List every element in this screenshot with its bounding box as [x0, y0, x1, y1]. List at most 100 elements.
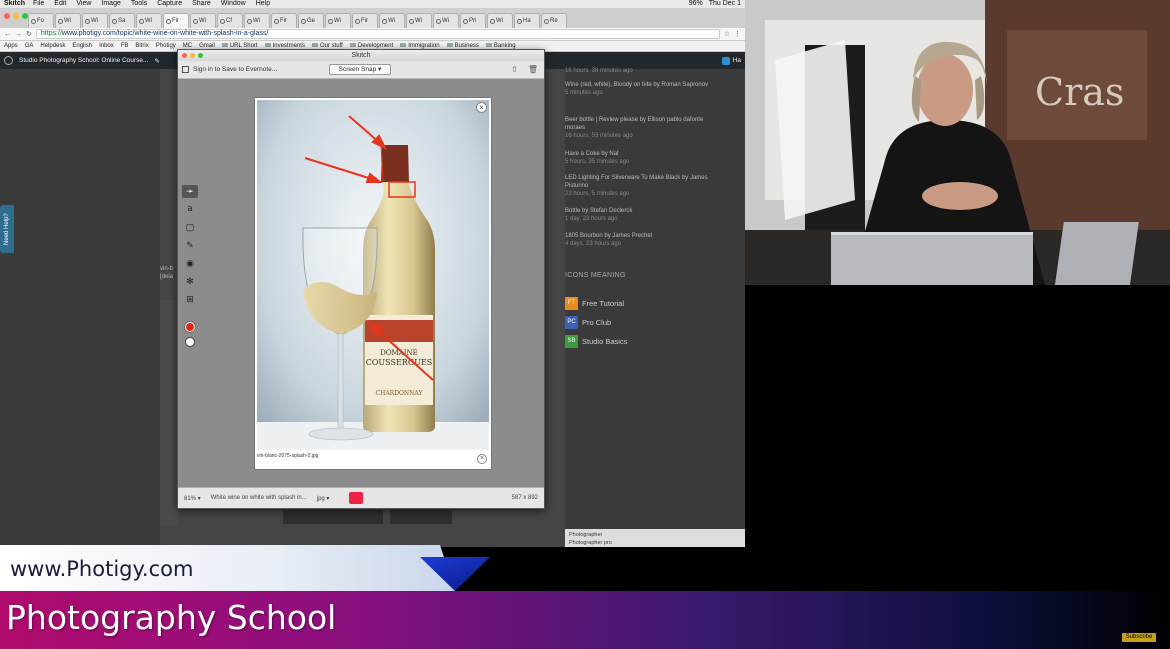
feed-item[interactable]: Bottle by Stefan Declerck 1 day, 23 hours… — [565, 207, 715, 223]
close-caption-icon[interactable]: × — [477, 454, 487, 464]
bookmark-item[interactable]: GA — [25, 43, 34, 49]
menu-capture[interactable]: Capture — [157, 0, 182, 8]
menu-help[interactable]: Help — [256, 0, 270, 8]
browser-tab[interactable]: Wi — [136, 13, 162, 28]
bookmark-item[interactable]: Inbox — [99, 43, 114, 49]
browser-tab[interactable]: Wi — [406, 13, 432, 28]
browser-tab[interactable]: Fir — [352, 13, 378, 28]
screen-snap-label: Screen Snap — [338, 66, 377, 73]
menu-view[interactable]: View — [76, 0, 91, 8]
pen-tool-icon[interactable]: ✎ — [182, 239, 198, 252]
feed-item[interactable]: 16 hours, 38 minutes ago — [565, 67, 715, 75]
menu-edit[interactable]: Edit — [54, 0, 66, 8]
bookmark-item[interactable]: Helpdesk — [40, 43, 65, 49]
text-tool-icon[interactable]: a — [182, 203, 198, 216]
crop-tool-icon[interactable]: ⊞ — [182, 293, 198, 306]
feed-item[interactable]: 1805 Bourbon by James Prechel 4 days, 23 … — [565, 232, 715, 248]
bookmark-item[interactable]: FB — [121, 43, 129, 49]
line-width-icon[interactable] — [185, 337, 195, 347]
browser-tab[interactable]: Sa — [109, 13, 135, 28]
bookmark-item[interactable]: Photigy — [156, 43, 176, 49]
feed-item[interactable]: LED Lighting For Silverware To Make Blac… — [565, 174, 715, 198]
menu-tools[interactable]: Tools — [131, 0, 147, 8]
menu-dots-icon[interactable]: ⋮ — [734, 30, 745, 38]
minimize-window-icon[interactable] — [13, 13, 19, 19]
tab-favicon-icon — [247, 18, 252, 24]
behind-snippet: vin-b [dela — [160, 265, 173, 281]
browser-tab[interactable]: Wi — [325, 13, 351, 28]
evernote-signin-link[interactable]: Sign in to Save to Evernote... — [193, 66, 277, 73]
browser-tab[interactable]: Fir — [271, 13, 297, 28]
screen-snap-button[interactable]: Screen Snap ▾ — [329, 64, 391, 75]
subscribe-button[interactable]: Subscribe — [1122, 633, 1156, 642]
bookmark-item[interactable]: Bitrix — [135, 43, 148, 49]
skitch-close-icon[interactable] — [182, 53, 187, 58]
tab-label: Sa — [118, 18, 126, 24]
howdy-label: Ha — [732, 57, 741, 64]
menu-image[interactable]: Image — [101, 0, 120, 8]
color-picker-icon[interactable] — [185, 322, 195, 332]
feed-item[interactable]: Wine (red, white), Bloody on bite by Rom… — [565, 81, 715, 97]
zoom-window-icon[interactable] — [22, 13, 28, 19]
browser-tab[interactable]: Pri — [460, 13, 486, 28]
close-window-icon[interactable] — [4, 13, 10, 19]
wordpress-logo-icon[interactable] — [4, 56, 13, 65]
forward-icon[interactable]: → — [15, 31, 22, 38]
format-select[interactable]: jpg ▾ — [317, 495, 330, 502]
need-help-tab[interactable]: Need Help? — [0, 205, 14, 253]
menu-file[interactable]: File — [33, 0, 44, 8]
filename-field[interactable]: White wine on white with splash in... — [211, 495, 307, 501]
menu-share[interactable]: Share — [192, 0, 211, 8]
browser-tab[interactable]: Fo — [28, 13, 54, 28]
skitch-zoom-icon[interactable] — [198, 53, 203, 58]
strip-row[interactable]: Photographer — [569, 532, 602, 538]
browser-tab[interactable]: Wi — [379, 13, 405, 28]
bookmark-star-icon[interactable]: ☆ — [724, 30, 730, 38]
browser-tab[interactable]: Re — [541, 13, 567, 28]
close-preview-icon[interactable]: × — [476, 102, 487, 113]
skitch-minimize-icon[interactable] — [190, 53, 195, 58]
zoom-level[interactable]: 81% ▾ — [184, 495, 201, 502]
site-name-link[interactable]: Studio Photography School: Online Course… — [19, 57, 148, 64]
rectangle-tool-icon[interactable]: ▢ — [182, 221, 198, 234]
app-menu[interactable]: Skitch — [4, 0, 25, 8]
menu-window[interactable]: Window — [221, 0, 246, 8]
clock[interactable]: Thu Dec 1 — [709, 0, 741, 8]
tab-favicon-icon — [139, 18, 144, 24]
grid-icon[interactable] — [182, 66, 189, 73]
reload-icon[interactable]: ↻ — [26, 30, 32, 38]
arrow-tool-icon[interactable]: ➛ — [182, 185, 198, 198]
svg-text:COUSSERGUES: COUSSERGUES — [366, 358, 433, 367]
highlighter-tool-icon[interactable]: ◉ — [182, 257, 198, 270]
share-icon[interactable]: ⇧ — [511, 65, 518, 74]
browser-tab[interactable]: Wi — [55, 13, 81, 28]
browser-tab[interactable]: Ha — [514, 13, 540, 28]
browser-tab[interactable]: Wi — [190, 13, 216, 28]
browser-tab-strip: Fo Wi Wi Sa Wi Fir Wi Cf Wi Fir Ge Wi Fir Wi Wi Wi Pri Wi… — [0, 8, 745, 28]
bookmark-item[interactable]: English — [72, 43, 92, 49]
evernote-drag-icon[interactable] — [349, 492, 363, 504]
tab-label: Wi — [442, 18, 449, 24]
browser-tab[interactable]: Wi — [433, 13, 459, 28]
browser-tab[interactable]: Ge — [298, 13, 324, 28]
trash-icon[interactable]: 🗑 — [528, 65, 538, 74]
skitch-tool-palette: ➛ a ▢ ✎ ◉ ✻ ⊞ — [180, 185, 200, 365]
browser-tab[interactable]: Fir — [163, 13, 189, 28]
feed-item[interactable]: Have a Coke by Nat 5 hours, 35 minutes ag… — [565, 150, 715, 166]
feed-item[interactable]: Beer bottle | Review please by Ellison p… — [565, 116, 715, 140]
bookmark-item[interactable]: Apps — [4, 43, 18, 49]
wine-photo[interactable]: DOMAINE COUSSERGUES CHARDONNAY — [257, 100, 489, 450]
battery-status[interactable]: 96% — [689, 0, 703, 8]
strip-row[interactable]: Photographer pro — [569, 540, 612, 546]
back-icon[interactable]: ← — [4, 31, 11, 38]
browser-tab[interactable]: Cf — [217, 13, 243, 28]
svg-text:CHARDONNAY: CHARDONNAY — [376, 390, 424, 397]
browser-tab[interactable]: Wi — [487, 13, 513, 28]
howdy-user[interactable]: Ha — [721, 56, 745, 65]
browser-tab[interactable]: Wi — [244, 13, 270, 28]
edit-pencil-icon[interactable]: ✎ — [154, 57, 159, 65]
feed-meta: 16 hours, 53 minutes ago — [565, 133, 633, 139]
browser-tab[interactable]: Wi — [82, 13, 108, 28]
pixelate-tool-icon[interactable]: ✻ — [182, 275, 198, 288]
url-field[interactable]: https://www.photigy.com/topic/white-wine… — [35, 29, 720, 39]
